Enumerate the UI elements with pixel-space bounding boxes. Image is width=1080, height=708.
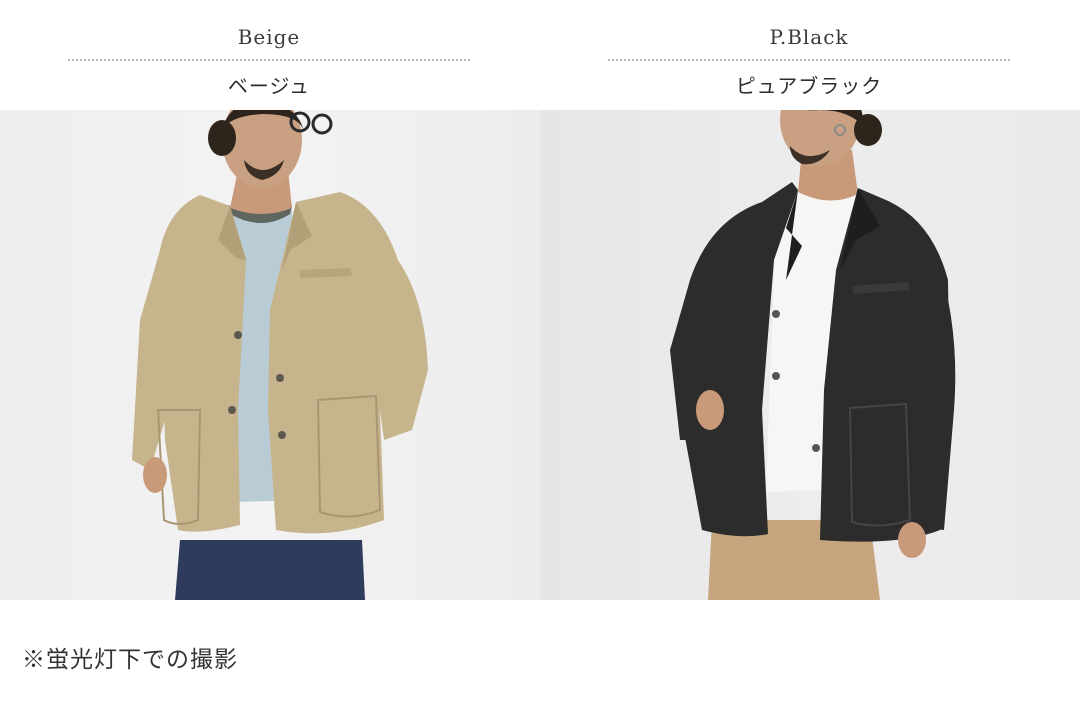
color-name-jp: ピュアブラック: [735, 74, 883, 98]
dotted-divider: [68, 59, 470, 61]
color-column-pblack: P.Black ピュアブラック: [608, 0, 1010, 110]
color-name-jp: ベージュ: [227, 74, 311, 98]
pblack-jacket-photo: [540, 110, 1080, 600]
beige-model-illustration: [132, 110, 428, 600]
lighting-note: ※蛍光灯下での撮影: [22, 647, 238, 673]
product-photos: [0, 110, 1080, 600]
color-column-beige: Beige ベージュ: [68, 0, 470, 110]
color-name-en: P.Black: [769, 25, 849, 49]
dotted-divider: [608, 59, 1010, 61]
color-name-en: Beige: [237, 25, 301, 49]
pblack-model-illustration: [670, 110, 956, 600]
color-header: Beige ベージュ P.Black ピュアブラック: [0, 0, 1080, 110]
beige-jacket-photo: [0, 110, 540, 600]
